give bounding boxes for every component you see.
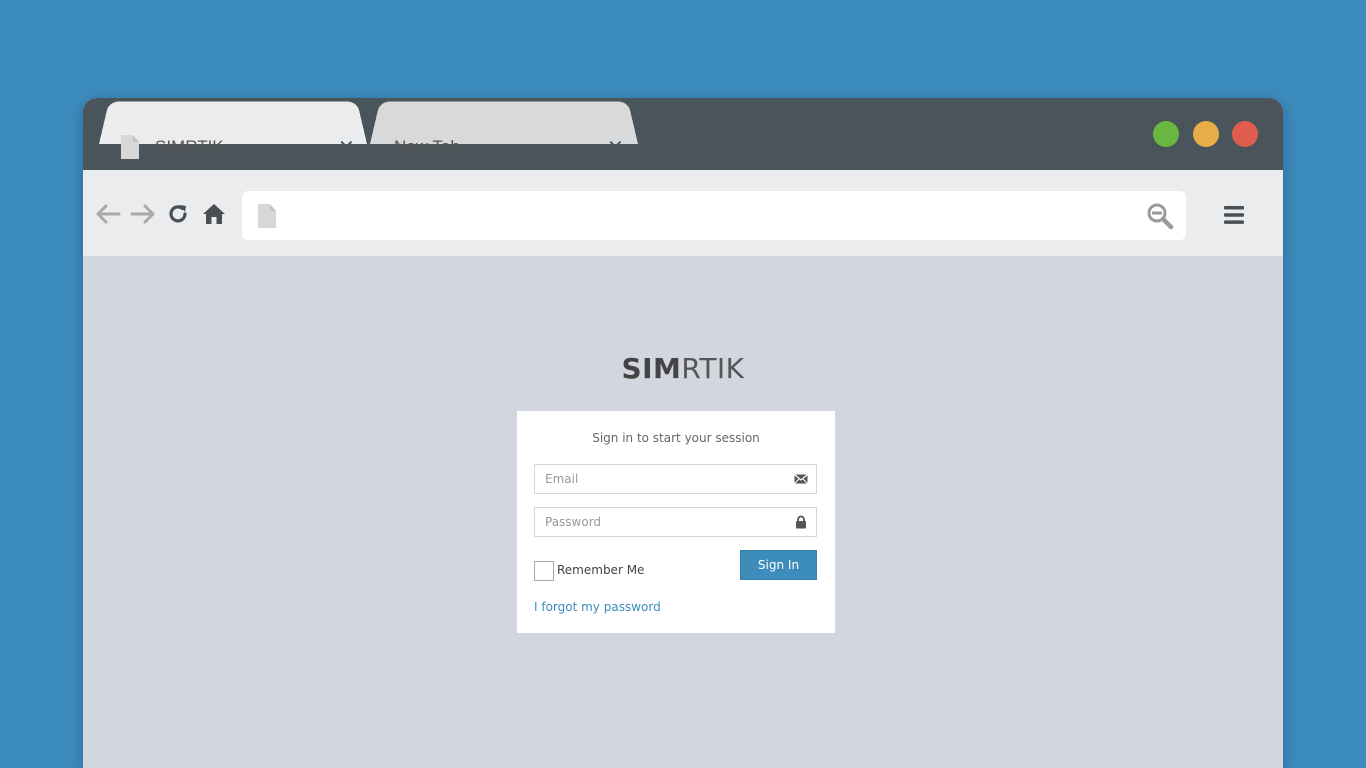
- forward-arrow-icon: [130, 204, 155, 224]
- search-icon: [1147, 203, 1174, 230]
- reload-button[interactable]: [167, 203, 189, 228]
- tab-simrtik[interactable]: SIMRTIK: [121, 124, 361, 170]
- email-field[interactable]: [534, 464, 817, 494]
- reload-icon: [169, 205, 187, 223]
- browser-toolbar: [83, 170, 1283, 256]
- sign-in-button[interactable]: Sign In: [740, 550, 817, 580]
- remember-me-checkbox[interactable]: [534, 561, 554, 581]
- address-bar[interactable]: [242, 191, 1186, 240]
- password-field[interactable]: [534, 507, 817, 537]
- back-button[interactable]: [95, 203, 121, 228]
- lock-icon: [796, 515, 806, 529]
- tab-new-tab[interactable]: New Tab: [394, 124, 624, 170]
- home-button[interactable]: [202, 203, 226, 228]
- close-dot-button[interactable]: [1232, 121, 1258, 147]
- page-icon: [121, 135, 139, 159]
- forgot-password-link[interactable]: I forgot my password: [534, 600, 661, 614]
- site-logo: SIMRTIK: [83, 352, 1283, 385]
- tab-close-icon[interactable]: ✕: [338, 137, 355, 157]
- envelope-icon: [794, 474, 808, 484]
- page-content: SIMRTIK Sign in to start your session Em…: [83, 256, 1283, 768]
- tab-label: SIMRTIK: [155, 137, 224, 156]
- password-input[interactable]: [535, 508, 775, 536]
- tab-close-icon[interactable]: ✕: [607, 137, 624, 157]
- login-box: Sign in to start your session Remember M…: [517, 411, 835, 633]
- menu-button[interactable]: [1224, 205, 1244, 228]
- tab-label: New Tab: [394, 137, 460, 156]
- login-message: Sign in to start your session: [592, 431, 760, 445]
- minimize-dot-button[interactable]: [1193, 121, 1219, 147]
- forward-button[interactable]: [130, 203, 156, 228]
- logo-bold-text: SIM: [621, 352, 682, 385]
- home-icon: [203, 204, 225, 224]
- search-button[interactable]: [1146, 202, 1174, 235]
- email-input[interactable]: [535, 465, 775, 493]
- maximize-dot-button[interactable]: [1153, 121, 1179, 147]
- back-arrow-icon: [96, 204, 121, 224]
- logo-light-text: RTIK: [681, 352, 745, 385]
- browser-window: SIMRTIK ✕ New Tab ✕ SIMRTIK Sign in to s…: [83, 98, 1283, 768]
- page-icon: [258, 204, 276, 228]
- hamburger-menu-icon: [1224, 206, 1244, 224]
- remember-me-label: Remember Me: [557, 563, 645, 577]
